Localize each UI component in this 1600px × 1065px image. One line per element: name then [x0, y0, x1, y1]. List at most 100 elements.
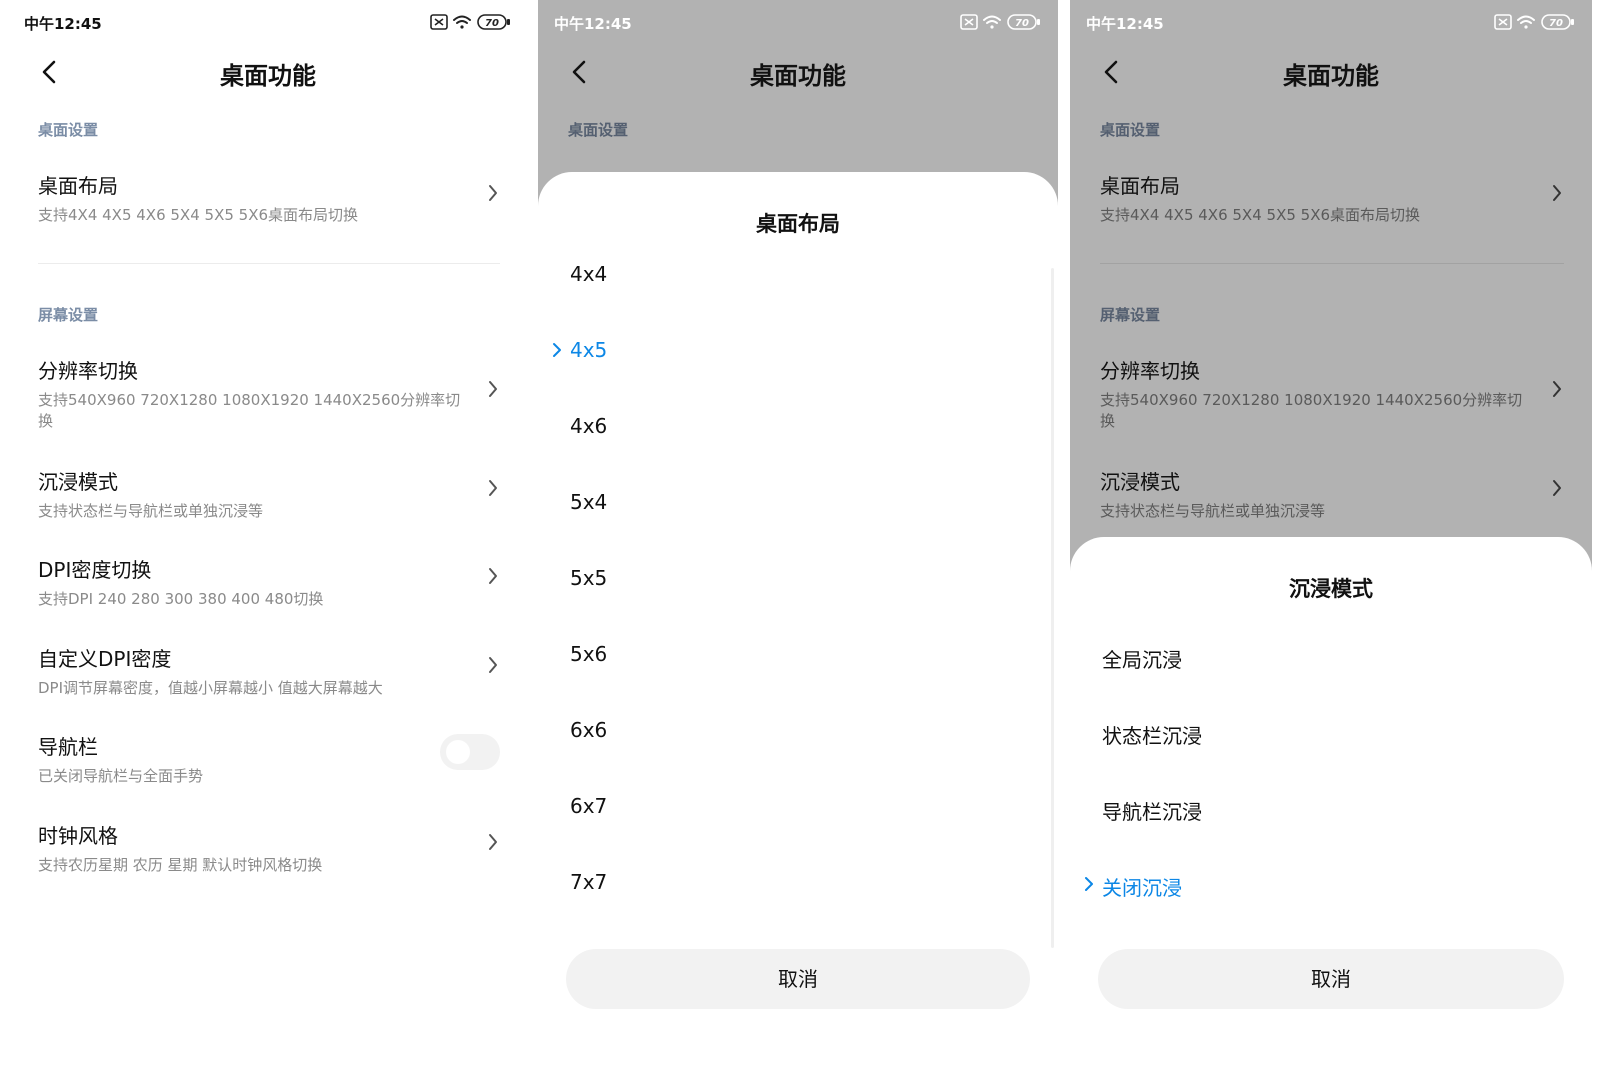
layout-option[interactable]: 6x6: [548, 702, 1048, 762]
setting-immersive-mode[interactable]: 沉浸模式 支持状态栏与导航栏或单独沉浸等: [1100, 466, 1564, 522]
chevron-right-icon: [489, 381, 497, 397]
option-label: 全局沉浸: [1102, 648, 1182, 672]
option-label: 6x7: [570, 794, 608, 818]
setting-resolution[interactable]: 分辨率切换 支持540X960 720X1280 1080X1920 1440X…: [1100, 355, 1564, 432]
setting-clock-style[interactable]: 时钟风格 支持农历星期 农历 星期 默认时钟风格切换: [38, 820, 500, 876]
status-icons: 70: [1494, 12, 1576, 32]
section-label-screen: 屏幕设置: [38, 306, 99, 324]
layout-option[interactable]: 4x6: [548, 398, 1048, 458]
page-title: 桌面功能: [220, 62, 316, 90]
setting-title: 时钟风格: [38, 824, 118, 848]
section-label-screen: 屏幕设置: [1100, 306, 1161, 324]
chevron-right-icon: [489, 568, 497, 584]
selected-chevron-icon: [553, 343, 561, 357]
setting-title: 沉浸模式: [1100, 470, 1180, 494]
setting-navigation-bar: 导航栏 已关闭导航栏与全面手势: [38, 731, 500, 787]
status-time: 中午12:45: [1086, 15, 1164, 33]
setting-subtitle: 支持4X4 4X5 4X6 5X4 5X5 5X6桌面布局切换: [1100, 206, 1421, 224]
setting-subtitle: 支持4X4 4X5 4X6 5X4 5X5 5X6桌面布局切换: [38, 206, 359, 224]
setting-title: 桌面布局: [1100, 174, 1180, 198]
setting-custom-dpi[interactable]: 自定义DPI密度 DPI调节屏幕密度，值越小屏幕越小 值越大屏幕越大: [38, 643, 500, 699]
setting-subtitle: 支持状态栏与导航栏或单独沉浸等: [1100, 502, 1326, 520]
setting-title: 自定义DPI密度: [38, 647, 172, 671]
status-bar: 中午12:45 70: [1070, 0, 1592, 44]
cancel-button[interactable]: 取消: [1098, 949, 1564, 1009]
setting-resolution[interactable]: 分辨率切换 支持540X960 720X1280 1080X1920 1440X…: [38, 355, 500, 432]
chevron-right-icon: [489, 480, 497, 496]
battery-icon: 70: [1007, 14, 1040, 30]
setting-title: 导航栏: [38, 735, 98, 759]
status-icons: 70: [960, 12, 1042, 32]
layout-option[interactable]: 5x5: [548, 550, 1048, 610]
status-time: 中午12:45: [24, 15, 102, 33]
setting-title: DPI密度切换: [38, 558, 152, 582]
status-time: 中午12:45: [554, 15, 632, 33]
battery-level: 70: [485, 18, 499, 29]
scrollbar[interactable]: [1051, 268, 1054, 948]
setting-subtitle: 支持状态栏与导航栏或单独沉浸等: [38, 502, 264, 520]
option-label: 7x7: [570, 870, 608, 894]
immersive-mode-dialog-screen: 中午12:45 70 桌面功能 桌面设置 桌面布局 支持4X4 4X5 4X6 …: [1070, 0, 1592, 1065]
wifi-icon: [983, 15, 1001, 29]
desktop-layout-dialog-screen: 中午12:45 70 桌面功能 桌面设置 桌面布局 4x4 4x5 4x6 5x…: [538, 0, 1058, 1065]
selected-chevron-icon: [1085, 877, 1093, 891]
immersive-option[interactable]: 导航栏沉浸: [1080, 780, 1582, 840]
chevron-right-icon: [1553, 480, 1561, 496]
wifi-icon: [1517, 15, 1535, 29]
page-title: 桌面功能: [1283, 62, 1379, 90]
setting-subtitle: 支持DPI 240 280 300 380 400 480切换: [38, 590, 324, 608]
toggle-knob: [446, 740, 470, 764]
desktop-features-screen: 中午12:45 70 桌面功能 桌面设置 桌面布局 支持4X4 4X5 4X6 …: [8, 0, 528, 1065]
immersive-mode-sheet: 沉浸模式 全局沉浸 状态栏沉浸 导航栏沉浸 关闭沉浸 取消: [1070, 537, 1592, 1065]
option-label: 导航栏沉浸: [1102, 800, 1202, 824]
option-label: 5x5: [570, 566, 608, 590]
layout-option[interactable]: 5x4: [548, 474, 1048, 534]
layout-option[interactable]: 7x7: [548, 854, 1048, 914]
chevron-right-icon: [1553, 185, 1561, 201]
setting-title: 分辨率切换: [1100, 359, 1200, 383]
option-label: 4x6: [570, 414, 608, 438]
chevron-right-icon: [489, 834, 497, 850]
setting-subtitle: 支持农历星期 农历 星期 默认时钟风格切换: [38, 856, 323, 874]
chevron-right-icon: [489, 185, 497, 201]
sheet-title: 桌面布局: [756, 212, 840, 236]
title-bar: 桌面功能: [538, 44, 1058, 104]
battery-level: 70: [1015, 18, 1029, 29]
option-label: 5x6: [570, 642, 608, 666]
chevron-right-icon: [489, 657, 497, 673]
immersive-option[interactable]: 全局沉浸: [1080, 628, 1582, 688]
title-bar: 桌面功能: [8, 44, 528, 104]
option-label: 4x5: [570, 338, 608, 362]
option-label: 6x6: [570, 718, 608, 742]
page-title: 桌面功能: [750, 62, 846, 90]
setting-title: 沉浸模式: [38, 470, 118, 494]
battery-level: 70: [1549, 18, 1563, 29]
section-label-desktop: 桌面设置: [568, 121, 629, 139]
option-label: 状态栏沉浸: [1102, 724, 1202, 748]
status-bar: 中午12:45 70: [8, 0, 528, 44]
no-sim-icon: [430, 14, 448, 30]
status-bar: 中午12:45 70: [538, 0, 1058, 44]
setting-immersive-mode[interactable]: 沉浸模式 支持状态栏与导航栏或单独沉浸等: [38, 466, 500, 522]
option-label: 4x4: [570, 262, 608, 286]
layout-option[interactable]: 5x6: [548, 626, 1048, 686]
cancel-button[interactable]: 取消: [566, 949, 1030, 1009]
setting-desktop-layout[interactable]: 桌面布局 支持4X4 4X5 4X6 5X4 5X5 5X6桌面布局切换: [38, 170, 500, 226]
divider: [1100, 263, 1564, 264]
immersive-option[interactable]: 状态栏沉浸: [1080, 704, 1582, 764]
no-sim-icon: [960, 14, 978, 30]
layout-option[interactable]: 4x5: [548, 322, 1048, 382]
battery-icon: 70: [1541, 14, 1574, 30]
status-icons: 70: [430, 12, 512, 32]
setting-dpi-switch[interactable]: DPI密度切换 支持DPI 240 280 300 380 400 480切换: [38, 554, 500, 610]
divider: [38, 263, 500, 264]
layout-option[interactable]: 4x4: [548, 246, 1048, 306]
immersive-option[interactable]: 关闭沉浸: [1080, 856, 1582, 916]
desktop-layout-sheet: 桌面布局 4x4 4x5 4x6 5x4 5x5 5x6 6x6 6x7 7x7 取消: [538, 172, 1058, 1065]
setting-desktop-layout[interactable]: 桌面布局 支持4X4 4X5 4X6 5X4 5X5 5X6桌面布局切换: [1100, 170, 1564, 226]
navigation-bar-toggle[interactable]: [440, 734, 500, 770]
setting-subtitle: DPI调节屏幕密度，值越小屏幕越小 值越大屏幕越大: [38, 679, 383, 697]
layout-option[interactable]: 6x7: [548, 778, 1048, 838]
section-label-desktop: 桌面设置: [38, 121, 99, 139]
chevron-right-icon: [1553, 381, 1561, 397]
